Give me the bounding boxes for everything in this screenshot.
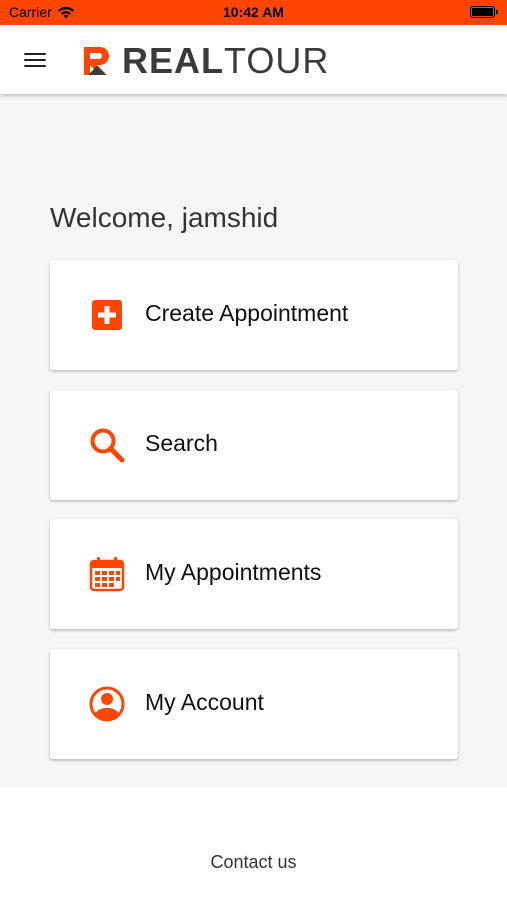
search-card[interactable]: Search: [50, 390, 458, 500]
menu-icon[interactable]: [24, 53, 46, 67]
battery-icon: [470, 6, 498, 18]
logo-mark-icon: [84, 47, 109, 75]
brand-part1: REAL: [122, 40, 224, 81]
brand-name: REALTOUR: [122, 43, 329, 79]
create-appointment-label: Create Appointment: [145, 300, 349, 326]
account-icon: [89, 686, 125, 722]
realtour-logo: REALTOUR: [82, 43, 329, 79]
add-box-icon: [92, 300, 122, 330]
status-bar: Carrier 10:42 AM: [0, 0, 507, 25]
main-content: Welcome, jamshid Create Appointment Sear…: [0, 94, 507, 787]
brand-part2: TOUR: [224, 40, 330, 81]
search-label: Search: [145, 430, 218, 456]
my-appointments-label: My Appointments: [145, 559, 322, 585]
app-header: REALTOUR: [0, 25, 507, 94]
footer: Contact us: [0, 787, 507, 900]
contact-us-link[interactable]: Contact us: [0, 852, 507, 873]
my-account-card[interactable]: My Account: [50, 649, 458, 759]
search-icon: [90, 428, 125, 463]
calendar-icon: [89, 557, 125, 592]
welcome-message: Welcome, jamshid: [50, 202, 279, 233]
my-appointments-card[interactable]: My Appointments: [50, 519, 458, 629]
my-account-label: My Account: [145, 689, 264, 715]
create-appointment-card[interactable]: Create Appointment: [50, 260, 458, 370]
status-time: 10:42 AM: [223, 4, 284, 20]
